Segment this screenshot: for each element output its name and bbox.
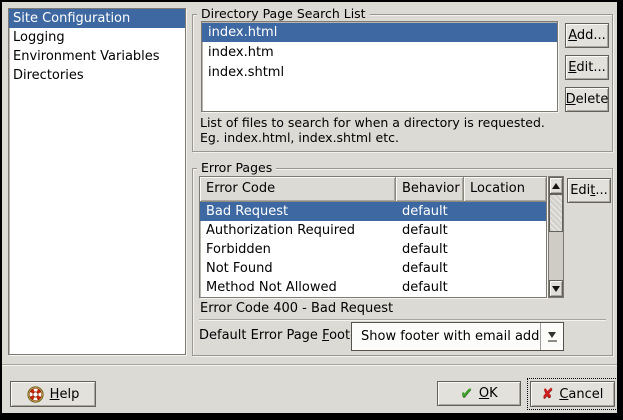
ok-button[interactable]: ✔ OK bbox=[437, 381, 521, 406]
add-button-label: Add... bbox=[568, 28, 606, 43]
delete-button[interactable]: Delete bbox=[565, 87, 609, 112]
help-button[interactable]: Help bbox=[10, 381, 96, 407]
sidebar-item-logging[interactable]: Logging bbox=[9, 28, 185, 47]
cell-error-code: Bad Request bbox=[200, 202, 396, 221]
table-row[interactable]: Forbidden default bbox=[200, 240, 546, 259]
list-item-index-htm[interactable]: index.htm bbox=[202, 43, 557, 62]
frame-title: Directory Page Search List bbox=[197, 6, 370, 22]
description-line-2: Eg. index.html, index.shtml etc. bbox=[200, 130, 545, 145]
default-error-page-footer-select[interactable]: Show footer with email address bbox=[351, 322, 564, 351]
cancel-button[interactable]: ✘ Cancel bbox=[530, 381, 615, 407]
cell-location bbox=[464, 259, 546, 278]
check-icon: ✔ bbox=[460, 386, 473, 401]
error-pages-table: Error Code Behavior Location Bad Request… bbox=[199, 176, 547, 298]
frame-title: Error Pages bbox=[197, 160, 276, 176]
cancel-button-label: Cancel bbox=[559, 387, 603, 402]
chevron-underline bbox=[548, 340, 557, 342]
footer-select-value: Show footer with email address bbox=[352, 323, 540, 350]
action-area-separator bbox=[2, 364, 617, 366]
cell-location bbox=[464, 202, 546, 221]
cell-behavior: default bbox=[396, 278, 464, 297]
edit-button-label: Edit... bbox=[568, 60, 606, 75]
x-icon: ✘ bbox=[542, 387, 554, 401]
sidebar-item-site-configuration[interactable]: Site Configuration bbox=[9, 9, 185, 28]
description-line-1: List of files to search for when a direc… bbox=[200, 115, 545, 130]
footer-select-arrow-button[interactable] bbox=[540, 323, 563, 350]
scrollbar-up-button[interactable] bbox=[549, 177, 563, 194]
table-row[interactable]: Bad Request default bbox=[200, 202, 546, 221]
scrollbar-thumb[interactable] bbox=[549, 194, 563, 232]
chevron-down-icon bbox=[548, 332, 556, 338]
help-button-label: Help bbox=[50, 387, 80, 402]
table-scrollbar[interactable] bbox=[548, 176, 564, 298]
directory-page-list: index.html index.htm index.shtml bbox=[201, 21, 558, 112]
error-pages-frame: Error Pages Error Code Behavior Location… bbox=[192, 168, 613, 356]
table-header-row: Error Code Behavior Location bbox=[200, 177, 546, 202]
add-button[interactable]: Add... bbox=[565, 23, 609, 48]
delete-button-label: Delete bbox=[566, 92, 609, 107]
directory-page-search-list-frame: Directory Page Search List index.html in… bbox=[192, 14, 613, 152]
directory-list-description: List of files to search for when a direc… bbox=[200, 115, 545, 145]
column-header-behavior[interactable]: Behavior bbox=[396, 177, 464, 202]
category-list: Site Configuration Logging Environment V… bbox=[8, 8, 186, 355]
column-header-error-code[interactable]: Error Code bbox=[200, 177, 396, 202]
selected-error-status: Error Code 400 - Bad Request bbox=[200, 301, 393, 317]
cell-error-code: Forbidden bbox=[200, 240, 396, 259]
table-row[interactable]: Method Not Allowed default bbox=[200, 278, 546, 297]
list-item-index-html[interactable]: index.html bbox=[202, 23, 557, 42]
cell-location bbox=[464, 240, 546, 259]
cell-error-code: Not Found bbox=[200, 259, 396, 278]
column-header-location[interactable]: Location bbox=[464, 177, 546, 202]
table-row[interactable]: Authorization Required default bbox=[200, 221, 546, 240]
scrollbar-down-button[interactable] bbox=[549, 280, 563, 297]
scrollbar-trough[interactable] bbox=[549, 232, 563, 280]
life-ring-icon bbox=[27, 386, 44, 403]
scroll-up-icon bbox=[552, 183, 560, 189]
sidebar-item-environment-variables[interactable]: Environment Variables bbox=[9, 47, 185, 66]
sidebar-item-directories[interactable]: Directories bbox=[9, 66, 185, 85]
cell-location bbox=[464, 221, 546, 240]
edit-error-page-button-label: Edit... bbox=[570, 183, 608, 198]
cell-behavior: default bbox=[396, 240, 464, 259]
list-item-index-shtml[interactable]: index.shtml bbox=[202, 63, 557, 82]
cell-behavior: default bbox=[396, 221, 464, 240]
scroll-down-icon bbox=[552, 286, 560, 292]
httpd-configuration-dialog: Site Configuration Logging Environment V… bbox=[0, 0, 623, 420]
edit-error-page-button[interactable]: Edit... bbox=[567, 178, 611, 203]
cell-behavior: default bbox=[396, 259, 464, 278]
cell-location bbox=[464, 278, 546, 297]
separator bbox=[199, 319, 606, 321]
cell-error-code: Authorization Required bbox=[200, 221, 396, 240]
cell-behavior: default bbox=[396, 202, 464, 221]
cell-error-code: Method Not Allowed bbox=[200, 278, 396, 297]
default-error-page-footer-label: Default Error Page Footer: bbox=[199, 328, 368, 344]
edit-button[interactable]: Edit... bbox=[565, 55, 609, 80]
table-row[interactable]: Not Found default bbox=[200, 259, 546, 278]
ok-button-label: OK bbox=[479, 386, 498, 401]
